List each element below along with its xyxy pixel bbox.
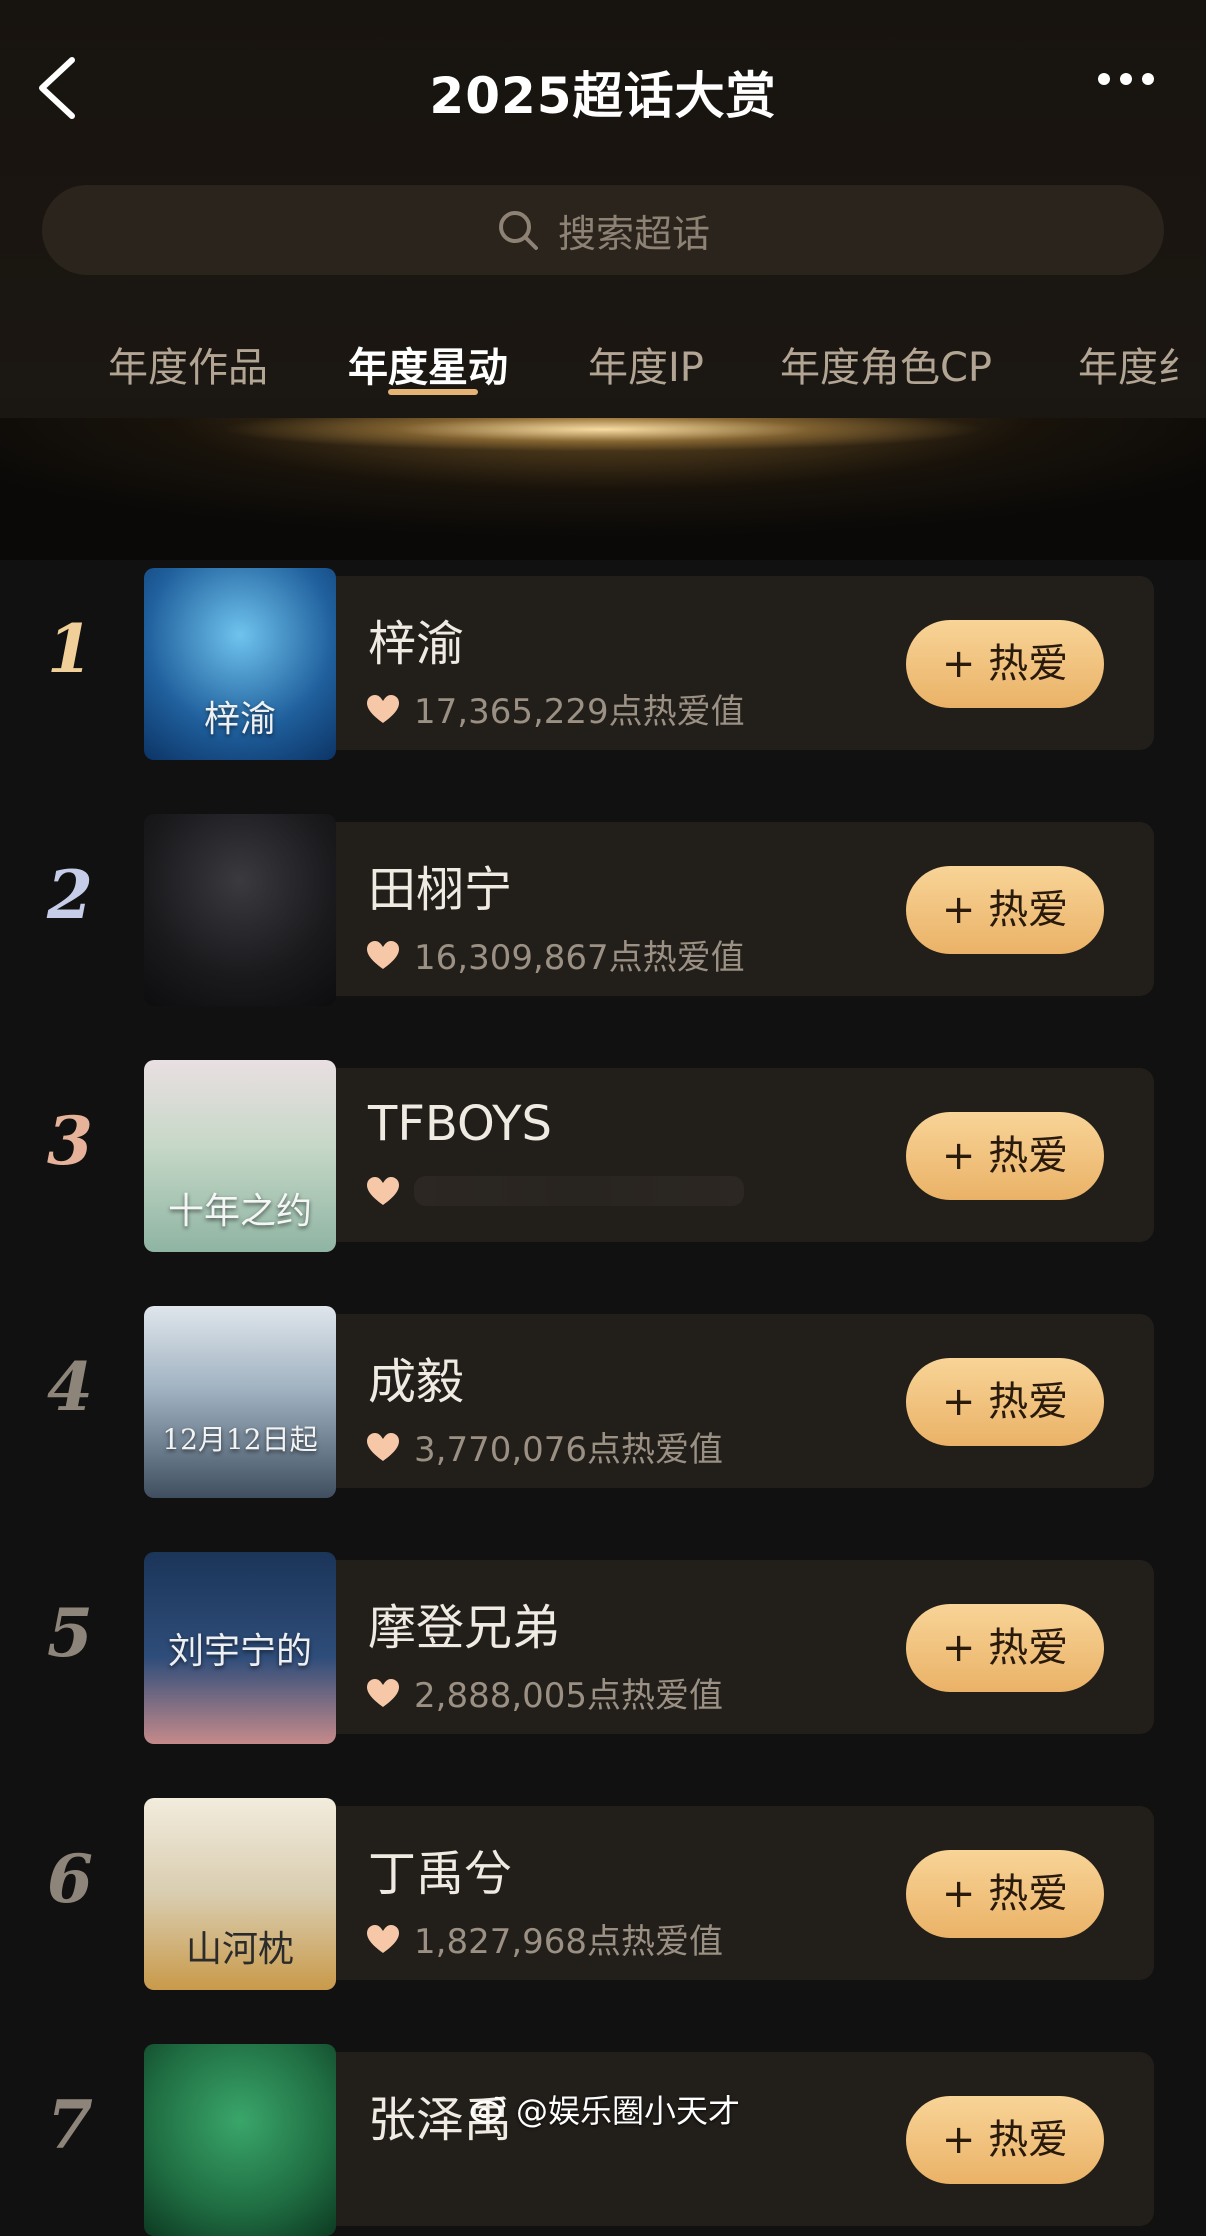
- love-score: [366, 1176, 744, 1206]
- star-name[interactable]: 丁禹兮: [368, 1834, 512, 1904]
- tab-annual-role-cp[interactable]: 年度角色CP: [780, 335, 992, 393]
- star-name[interactable]: 梓渝: [368, 604, 464, 674]
- ranking-row[interactable]: 5 刘宇宁的 摩登兄弟 2,888,005点热爱值 + 热爱: [0, 1544, 1206, 1744]
- rank-number: 7: [47, 2086, 93, 2164]
- love-score: 2,888,005点热爱值: [366, 1668, 723, 1717]
- heart-icon: [366, 1924, 400, 1954]
- love-score: 1,827,968点热爱值: [366, 1914, 723, 1963]
- ranking-row[interactable]: 6 山河枕 丁禹兮 1,827,968点热爱值 + 热爱: [0, 1790, 1206, 1990]
- avatar[interactable]: 十年之约: [144, 1060, 336, 1252]
- avatar[interactable]: 12月12日起: [144, 1306, 336, 1498]
- tab-annual-more[interactable]: 年度纟: [1078, 335, 1198, 393]
- avatar[interactable]: 梓渝: [144, 568, 336, 760]
- add-love-button[interactable]: + 热爱: [906, 1604, 1104, 1692]
- tab-annual-ip[interactable]: 年度IP: [588, 335, 704, 393]
- thumb-caption: 梓渝: [203, 699, 276, 740]
- add-love-button[interactable]: + 热爱: [906, 866, 1104, 954]
- weibo-logo-icon: [470, 2094, 506, 2124]
- heart-icon: [366, 1678, 400, 1708]
- add-love-button[interactable]: + 热爱: [906, 2096, 1104, 2184]
- avatar[interactable]: 山河枕: [144, 1798, 336, 1990]
- rank-number: 3: [47, 1102, 93, 1180]
- heart-icon: [366, 940, 400, 970]
- category-tabs: 年度作品 年度星动 年度IP 年度角色CP 年度纟: [0, 325, 1206, 405]
- add-love-button[interactable]: + 热爱: [906, 620, 1104, 708]
- thumb-caption: 刘宇宁的: [167, 1631, 312, 1672]
- rank-number: 5: [47, 1594, 93, 1672]
- app-header: 2025超话大赏: [0, 0, 1206, 175]
- rank-number: 4: [47, 1348, 93, 1426]
- search-icon: [496, 208, 540, 252]
- tab-annual-works[interactable]: 年度作品: [108, 335, 268, 393]
- add-love-button[interactable]: + 热爱: [906, 1358, 1104, 1446]
- more-dot-icon: [1120, 73, 1132, 85]
- thumb-caption: 山河枕: [185, 1929, 294, 1970]
- love-score: 16,309,867点热爱值: [366, 930, 745, 979]
- tab-annual-stars[interactable]: 年度星动: [348, 335, 508, 393]
- search-placeholder: 搜索超话: [557, 211, 710, 256]
- ranking-row[interactable]: 2 田栩宁 16,309,867点热爱值 + 热爱: [0, 806, 1206, 1006]
- star-name[interactable]: 成毅: [368, 1342, 464, 1412]
- heart-icon: [366, 694, 400, 724]
- more-dot-icon: [1142, 73, 1154, 85]
- rank-number: 2: [47, 856, 93, 934]
- avatar[interactable]: 刘宇宁的: [144, 1552, 336, 1744]
- avatar[interactable]: [144, 2044, 336, 2236]
- stage-glow-banner: [0, 418, 1206, 560]
- more-dot-icon: [1098, 73, 1110, 85]
- love-score: 17,365,229点热爱值: [366, 684, 745, 733]
- heart-icon: [366, 1432, 400, 1462]
- more-options-button[interactable]: [1098, 70, 1202, 100]
- love-score: 3,770,076点热爱值: [366, 1422, 723, 1471]
- rank-number: 6: [47, 1840, 93, 1918]
- watermark: @娱乐圈小天才: [470, 2086, 740, 2132]
- active-tab-indicator: [388, 389, 478, 395]
- heart-icon: [366, 1176, 400, 1206]
- rank-number: 1: [47, 610, 93, 688]
- ranking-row[interactable]: 1 梓渝 梓渝 17,365,229点热爱值 + 热爱: [0, 560, 1206, 760]
- add-love-button[interactable]: + 热爱: [906, 1112, 1104, 1200]
- star-name[interactable]: TFBOYS: [368, 1096, 552, 1152]
- avatar[interactable]: [144, 814, 336, 1006]
- add-love-button[interactable]: + 热爱: [906, 1850, 1104, 1938]
- star-name[interactable]: 田栩宁: [368, 850, 512, 920]
- star-name[interactable]: 摩登兄弟: [368, 1588, 560, 1658]
- ranking-row[interactable]: 3 十年之约 TFBOYS + 热爱: [0, 1052, 1206, 1252]
- ranking-list: 1 梓渝 梓渝 17,365,229点热爱值 + 热爱 2 田栩宁 16,309…: [0, 560, 1206, 2236]
- ranking-row[interactable]: 4 12月12日起 成毅 3,770,076点热爱值 + 热爱: [0, 1298, 1206, 1498]
- thumb-caption: 十年之约: [167, 1191, 312, 1232]
- obscured-score: [414, 1176, 744, 1206]
- page-title: 2025超话大赏: [429, 67, 777, 125]
- search-bar[interactable]: 搜索超话: [42, 185, 1164, 275]
- thumb-caption: 12月12日起: [162, 1423, 318, 1456]
